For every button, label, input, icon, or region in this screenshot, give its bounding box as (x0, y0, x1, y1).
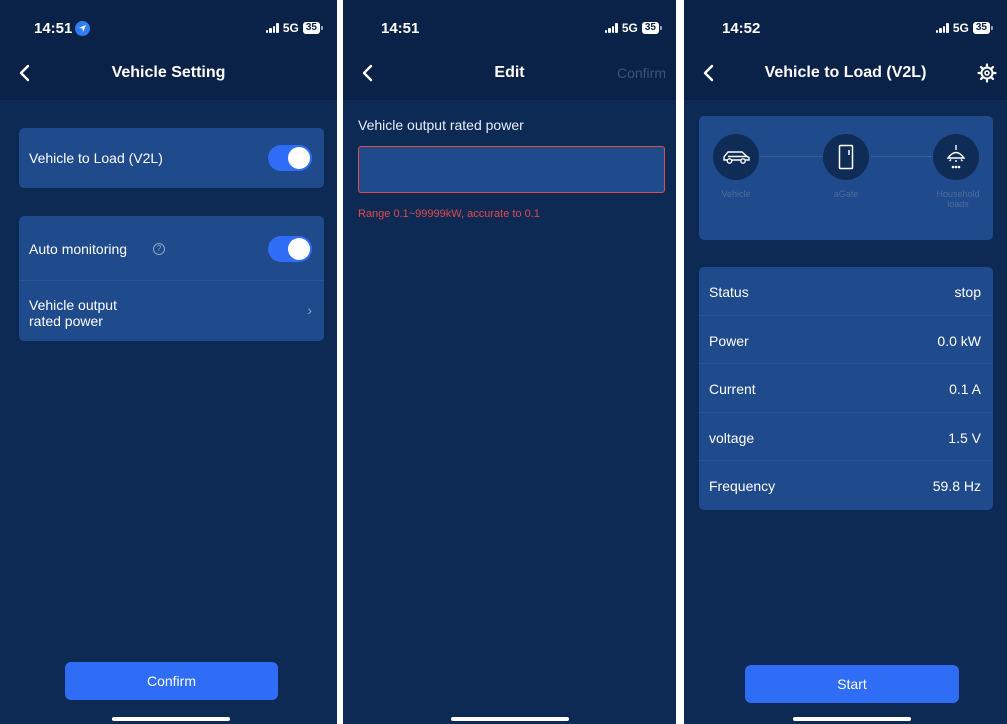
info-label: Status (709, 284, 749, 300)
status-time: 14:51 (34, 20, 91, 37)
battery-icon: 35 (641, 22, 662, 34)
info-value: 1.5 V (948, 429, 981, 446)
car-icon (713, 134, 759, 180)
nav-bar: Edit Confirm (343, 46, 676, 100)
info-value: 59.8 Hz (932, 478, 981, 495)
edit-screen: 14:51 5G 35 Edit Confirm Vehicle output … (343, 0, 676, 724)
help-icon[interactable]: ? (153, 243, 165, 255)
signal-icon (604, 23, 618, 33)
page-title: Vehicle to Load (V2L) (764, 64, 927, 81)
chevron-right-icon[interactable]: › (307, 302, 312, 318)
page-title: Vehicle Setting (111, 64, 226, 81)
battery-icon: 35 (302, 22, 323, 34)
status-bar: 14:51 5G 35 (0, 0, 337, 46)
info-value: stop (954, 284, 981, 300)
status-bar: 14:51 5G 35 (343, 0, 676, 46)
info-row-frequency: Frequency 59.8 Hz (699, 461, 993, 510)
info-label: voltage (709, 429, 755, 446)
status-time: 14:52 (722, 20, 761, 37)
auto-monitoring-label: Auto monitoring (29, 241, 128, 257)
info-value: 0.1 A (949, 381, 981, 398)
info-label: Frequency (709, 478, 776, 495)
auto-monitoring-toggle[interactable] (268, 236, 312, 262)
agate-icon (823, 134, 869, 180)
info-value: 0.0 kW (937, 332, 981, 349)
network-label: 5G (282, 21, 299, 35)
v2l-toggle[interactable] (268, 145, 312, 171)
diagram-label-vehicle: Vehicle (721, 189, 751, 199)
info-row-power: Power 0.0 kW (699, 316, 993, 365)
home-indicator[interactable] (112, 717, 230, 721)
v2l-screen: 14:52 5G 35 Vehicle to Load (V2L) Vehicl… (684, 0, 1007, 724)
home-indicator[interactable] (793, 717, 911, 721)
status-bar: 14:52 5G 35 (684, 0, 1007, 46)
flow-line (871, 156, 937, 157)
field-label: Vehicle output rated power (358, 117, 524, 133)
home-indicator[interactable] (451, 717, 569, 721)
v2l-label: Vehicle to Load (V2L) (29, 150, 163, 166)
diagram-node-vehicle: Vehicle (713, 134, 759, 199)
diagram-node-household: Household loads (933, 134, 983, 209)
status-info-card: Status stop Power 0.0 kW Current 0.1 A v… (699, 267, 993, 510)
confirm-nav-button[interactable]: Confirm (617, 65, 666, 81)
nav-bar: Vehicle Setting (0, 46, 337, 100)
range-error-hint: Range 0.1~99999kW, accurate to 0.1 (358, 208, 540, 220)
divider (19, 280, 324, 281)
network-label: 5G (952, 21, 969, 35)
rated-power-label[interactable]: Vehicle output rated power (29, 297, 149, 329)
status-indicators: 5G 35 (265, 21, 323, 35)
start-button[interactable]: Start (745, 665, 959, 703)
vehicle-setting-screen: 14:51 5G 35 Vehicle Setting Vehicle to L… (0, 0, 337, 724)
nav-bar: Vehicle to Load (V2L) (684, 46, 1007, 100)
monitoring-card: Auto monitoring ? Vehicle output rated p… (19, 216, 324, 341)
info-row-voltage: voltage 1.5 V (699, 413, 993, 462)
v2l-card: Vehicle to Load (V2L) (19, 128, 324, 188)
info-label: Current (709, 381, 756, 398)
diagram-label-household: Household loads (936, 189, 980, 209)
info-label: Power (709, 332, 749, 349)
signal-icon (265, 23, 279, 33)
rated-power-input[interactable] (358, 146, 665, 193)
lamp-icon (933, 134, 979, 180)
info-row-current: Current 0.1 A (699, 364, 993, 413)
status-time: 14:51 (381, 20, 420, 37)
location-icon (75, 21, 91, 36)
diagram-node-agate: aGate (823, 134, 869, 199)
info-row-status: Status stop (699, 267, 993, 316)
network-label: 5G (621, 21, 638, 35)
signal-icon (935, 23, 949, 33)
status-indicators: 5G 35 (935, 21, 993, 35)
gear-icon[interactable] (977, 63, 997, 83)
flow-line (759, 156, 825, 157)
status-indicators: 5G 35 (604, 21, 662, 35)
energy-flow-diagram: Vehicle aGate Household loads (699, 116, 993, 240)
diagram-label-agate: aGate (833, 189, 859, 199)
battery-icon: 35 (972, 22, 993, 34)
confirm-button[interactable]: Confirm (65, 662, 278, 700)
